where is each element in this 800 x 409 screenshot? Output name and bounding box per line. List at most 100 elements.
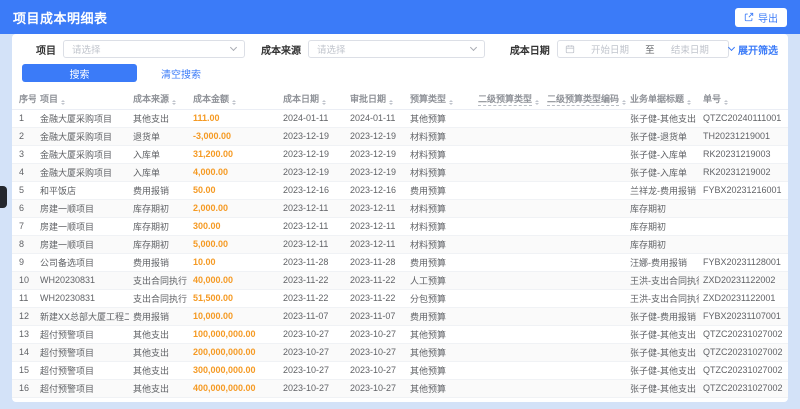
cell-sub_budget_type <box>474 235 543 254</box>
column-header-amount[interactable]: 成本金额 <box>189 89 279 110</box>
cell-doc_no: FYBX20231216001 <box>699 181 788 200</box>
cell-budget_type: 费用预算 <box>406 181 474 200</box>
cell-cost_date: 2023-10-27 <box>279 343 346 362</box>
cell-approval_date: 2023-11-22 <box>346 271 406 290</box>
column-header-budget_type[interactable]: 预算类型 <box>406 89 474 110</box>
cell-budget_type: 人工预算 <box>406 271 474 290</box>
cell-budget_type: 材料预算 <box>406 127 474 146</box>
cost-source-select[interactable]: 请选择 <box>308 40 486 58</box>
cell-sub_budget_type <box>474 307 543 326</box>
cell-approval_date: 2023-10-27 <box>346 379 406 398</box>
table-row: 1 金融大厦采购项目 其他支出 111.00 2024-01-11 2024-01-11 其… <box>12 109 788 128</box>
cell-doc_title: 库存期初 <box>626 199 699 218</box>
cell-cost_source: 库存期初 <box>129 235 189 254</box>
column-header-doc_no[interactable]: 单号 <box>699 89 788 110</box>
cell-cost_date: 2024-01-11 <box>279 109 346 128</box>
sort-icon[interactable] <box>389 99 394 106</box>
table-row: 10 WH20230831 支出合同执行 40,000.00 2023-11-22 202… <box>12 271 788 290</box>
cell-doc_no: QTZC20231027002 <box>699 361 788 380</box>
cell-sub_budget_code <box>543 145 626 164</box>
cell-index: 12 <box>12 307 36 326</box>
cell-index: 8 <box>12 235 36 254</box>
cell-sub_budget_code <box>543 109 626 128</box>
cell-project: 房建一顺项目 <box>36 235 129 254</box>
cost-source-select-placeholder: 请选择 <box>317 45 346 56</box>
sort-icon[interactable] <box>535 99 540 106</box>
column-header-label: 成本来源 <box>133 94 170 105</box>
start-date-input[interactable]: 开始日期 <box>579 42 641 56</box>
column-header-sub_budget_code[interactable]: 二级预算类型编码 <box>543 89 626 110</box>
cost-date-range-picker[interactable]: 开始日期 至 结束日期 <box>556 40 729 58</box>
project-select[interactable]: 请选择 <box>63 40 245 58</box>
cell-doc_title: 张子健-入库单 <box>626 145 699 164</box>
column-header-approval_date[interactable]: 审批日期 <box>346 89 406 110</box>
cell-doc_no: ZXD20231122002 <box>699 271 788 290</box>
column-header-doc_title[interactable]: 业务单据标题 <box>626 89 699 110</box>
table-row: 15 超付预警项目 其他支出 300,000,000.00 2023-10-27 2023… <box>12 361 788 380</box>
cell-budget_type: 其他预算 <box>406 361 474 380</box>
cell-cost_source: 费用报销 <box>129 307 189 326</box>
cell-doc_no <box>699 199 788 218</box>
column-header-project[interactable]: 项目 <box>36 89 129 110</box>
column-header-cost_source[interactable]: 成本来源 <box>129 89 189 110</box>
cell-budget_type: 费用预算 <box>406 307 474 326</box>
cell-doc_title: 张子健-费用报销 <box>626 307 699 326</box>
column-header-cost_date[interactable]: 成本日期 <box>279 89 346 110</box>
cell-cost_date: 2023-11-22 <box>279 271 346 290</box>
cell-cost_source: 其他支出 <box>129 109 189 128</box>
cell-sub_budget_type <box>474 253 543 272</box>
column-header-label: 单号 <box>703 94 722 105</box>
cell-sub_budget_code <box>543 307 626 326</box>
sort-icon[interactable] <box>232 99 237 106</box>
cell-budget_type: 材料预算 <box>406 145 474 164</box>
cell-amount: 200,000,000.00 <box>189 343 279 362</box>
table-row: 4 金融大厦采购项目 入库单 4,000.00 2023-12-19 2023-12-19… <box>12 163 788 182</box>
cell-sub_budget_code <box>543 397 626 402</box>
cell-amount: 31,200.00 <box>189 145 279 164</box>
sort-icon[interactable] <box>172 99 177 106</box>
cell-amount: 111.00 <box>189 109 279 128</box>
table-row: 11 WH20230831 支出合同执行 51,500.00 2023-11-22 202… <box>12 289 788 308</box>
left-edge-widget[interactable] <box>0 186 7 208</box>
cell-doc_no: FYBX20231128001 <box>699 253 788 272</box>
sort-icon[interactable] <box>61 99 66 106</box>
cell-sub_budget_code <box>543 379 626 398</box>
cell-doc_title: 张子健-其他支出 <box>626 325 699 344</box>
date-range-separator: 至 <box>645 45 655 56</box>
cell-project: 超付预警项目 <box>36 397 129 402</box>
cell-sub_budget_type <box>474 181 543 200</box>
sort-icon[interactable] <box>687 99 692 106</box>
cell-amount: 5,000.00 <box>189 235 279 254</box>
column-header-sub_budget_type[interactable]: 二级预算类型 <box>474 89 543 110</box>
cell-cost_source: 其他支出 <box>129 325 189 344</box>
sort-icon[interactable] <box>322 99 327 106</box>
cell-sub_budget_code <box>543 289 626 308</box>
cell-sub_budget_type <box>474 325 543 344</box>
cell-sub_budget_type <box>474 271 543 290</box>
cell-index: 7 <box>12 217 36 236</box>
end-date-input[interactable]: 结束日期 <box>659 42 721 56</box>
search-button[interactable]: 搜索 <box>22 64 137 82</box>
cell-doc_no: FYBX20231107001 <box>699 307 788 326</box>
sort-icon[interactable] <box>622 99 626 106</box>
expand-filters-label: 展开筛选 <box>738 45 778 57</box>
cell-amount: 40,000.00 <box>189 271 279 290</box>
cell-project: WH20230831 <box>36 271 129 290</box>
cell-project: 和平饭店 <box>36 181 129 200</box>
export-button[interactable]: 导出 <box>735 7 787 27</box>
sort-icon[interactable] <box>724 99 729 106</box>
cell-sub_budget_type <box>474 397 543 402</box>
cell-doc_title: 张子健-其他支出 <box>626 343 699 362</box>
filter-bar: 项目 请选择 成本来源 请选择 成本日期 开始日期 至 结束日期 展开筛选 <box>36 40 778 58</box>
expand-filters-link[interactable]: 展开筛选 <box>727 42 778 57</box>
clear-search-button[interactable]: 清空搜索 <box>161 66 201 81</box>
cell-doc_no: QTZC20231027002 <box>699 343 788 362</box>
cell-approval_date: 2023-10-27 <box>346 361 406 380</box>
cell-approval_date: 2023-11-28 <box>346 253 406 272</box>
cell-approval_date: 2023-12-19 <box>346 127 406 146</box>
cell-approval_date: 2023-12-19 <box>346 163 406 182</box>
cell-amount: 4,000.00 <box>189 163 279 182</box>
sort-icon[interactable] <box>449 99 454 106</box>
cell-budget_type: 其他预算 <box>406 379 474 398</box>
chevron-down-icon <box>229 43 237 52</box>
